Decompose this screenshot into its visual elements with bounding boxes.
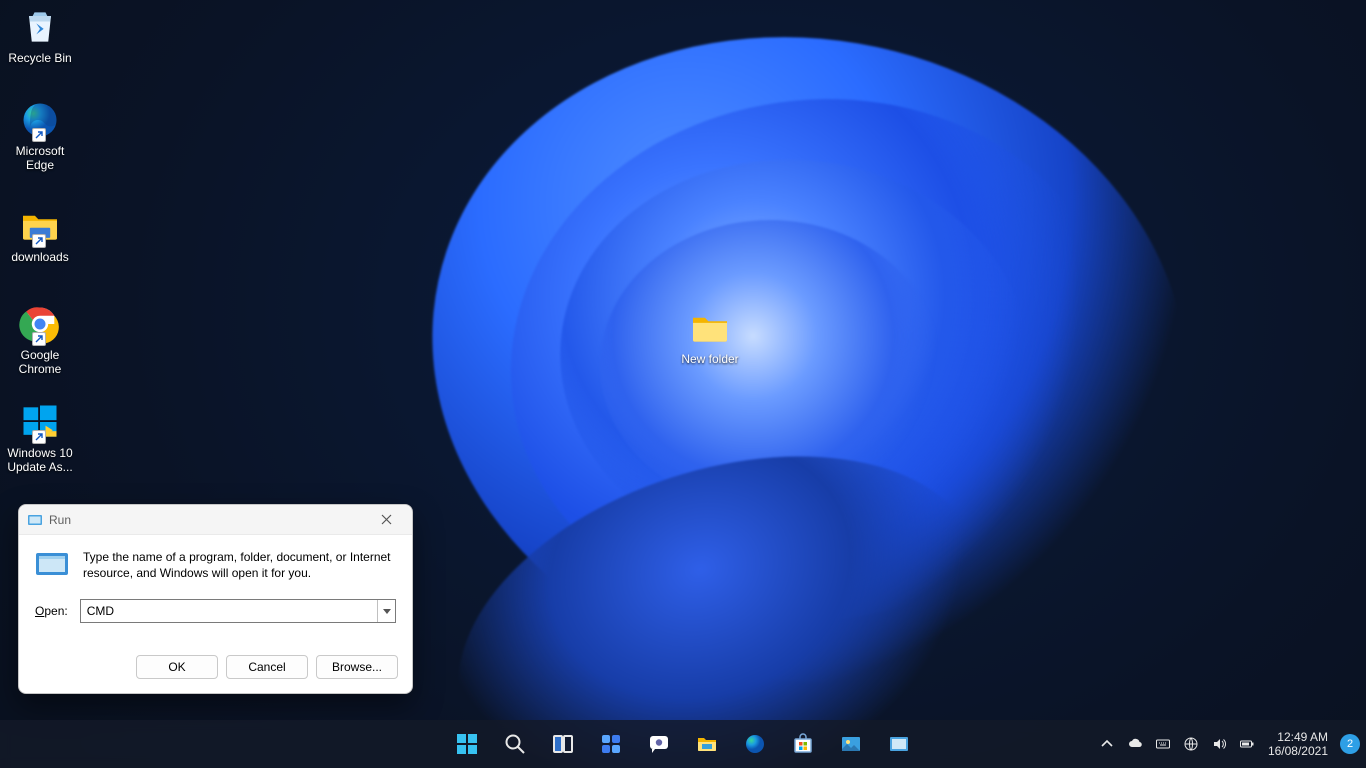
browse-button[interactable]: Browse... bbox=[316, 655, 398, 679]
chrome-icon bbox=[18, 302, 62, 346]
run-dialog-icon bbox=[27, 512, 43, 528]
taskbar: 12:49 AM 16/08/2021 2 bbox=[0, 720, 1366, 768]
tray-battery[interactable] bbox=[1234, 724, 1260, 764]
run-icon bbox=[887, 732, 911, 756]
store-icon bbox=[791, 732, 815, 756]
chevron-up-icon bbox=[1099, 736, 1115, 752]
volume-icon bbox=[1211, 736, 1227, 752]
edge-icon bbox=[18, 98, 62, 142]
run-taskbar-button[interactable] bbox=[878, 724, 920, 764]
recycle-bin-icon bbox=[18, 5, 62, 49]
chat-icon bbox=[647, 732, 671, 756]
run-title-text: Run bbox=[49, 513, 366, 527]
network-icon bbox=[1183, 736, 1199, 752]
run-titlebar[interactable]: Run bbox=[19, 505, 412, 535]
desktop-icon-recycle-bin[interactable]: Recycle Bin bbox=[2, 5, 78, 65]
chat-button[interactable] bbox=[638, 724, 680, 764]
close-icon bbox=[381, 514, 392, 525]
taskbar-center bbox=[446, 724, 920, 764]
folder-icon bbox=[18, 204, 62, 248]
close-button[interactable] bbox=[366, 509, 406, 531]
widgets-button[interactable] bbox=[590, 724, 632, 764]
icon-label: New folder bbox=[672, 352, 748, 366]
desktop-icon-chrome[interactable]: Google Chrome bbox=[2, 302, 78, 376]
run-message: Type the name of a program, folder, docu… bbox=[83, 549, 396, 581]
icon-label: Microsoft Edge bbox=[2, 144, 78, 172]
keyboard-icon bbox=[1155, 736, 1171, 752]
chevron-down-icon bbox=[383, 609, 391, 614]
windows-start-icon bbox=[455, 732, 479, 756]
start-button[interactable] bbox=[446, 724, 488, 764]
run-body-icon bbox=[35, 549, 69, 579]
desktop-icon-new-folder[interactable]: New folder bbox=[672, 306, 748, 366]
shortcut-arrow-icon bbox=[32, 430, 46, 444]
store-button[interactable] bbox=[782, 724, 824, 764]
folder-icon bbox=[688, 306, 732, 350]
ok-button[interactable]: OK bbox=[136, 655, 218, 679]
search-button[interactable] bbox=[494, 724, 536, 764]
tray-keyboard[interactable] bbox=[1150, 724, 1176, 764]
file-explorer-icon bbox=[695, 732, 719, 756]
task-view-button[interactable] bbox=[542, 724, 584, 764]
search-icon bbox=[503, 732, 527, 756]
taskbar-time: 12:49 AM bbox=[1268, 730, 1328, 744]
task-view-icon bbox=[551, 732, 575, 756]
cloud-icon bbox=[1127, 736, 1143, 752]
edge-icon bbox=[743, 732, 767, 756]
icon-label: downloads bbox=[2, 250, 78, 264]
cancel-button[interactable]: Cancel bbox=[226, 655, 308, 679]
run-dialog: Run Type the name of a program, folder, … bbox=[18, 504, 413, 694]
tray-overflow-button[interactable] bbox=[1094, 724, 1120, 764]
desktop-icon-edge[interactable]: Microsoft Edge bbox=[2, 98, 78, 172]
combobox-dropdown-button[interactable] bbox=[377, 600, 395, 622]
shortcut-arrow-icon bbox=[32, 128, 46, 142]
tray-volume[interactable] bbox=[1206, 724, 1232, 764]
shortcut-arrow-icon bbox=[32, 332, 46, 346]
windows-update-icon bbox=[18, 400, 62, 444]
battery-icon bbox=[1239, 736, 1255, 752]
shortcut-arrow-icon bbox=[32, 234, 46, 248]
icon-label: Windows 10 Update As... bbox=[2, 446, 78, 474]
open-label: Open: bbox=[35, 604, 68, 618]
widgets-icon bbox=[599, 732, 623, 756]
notification-badge[interactable]: 2 bbox=[1340, 734, 1360, 754]
photos-icon bbox=[839, 732, 863, 756]
taskbar-clock[interactable]: 12:49 AM 16/08/2021 bbox=[1262, 730, 1334, 758]
mail-button[interactable] bbox=[830, 724, 872, 764]
desktop-icon-win10-update[interactable]: Windows 10 Update As... bbox=[2, 400, 78, 474]
open-input[interactable] bbox=[81, 600, 377, 622]
tray-onedrive[interactable] bbox=[1122, 724, 1148, 764]
system-tray: 12:49 AM 16/08/2021 2 bbox=[1094, 720, 1360, 768]
open-combobox[interactable] bbox=[80, 599, 396, 623]
file-explorer-button[interactable] bbox=[686, 724, 728, 764]
icon-label: Recycle Bin bbox=[2, 51, 78, 65]
icon-label: Google Chrome bbox=[2, 348, 78, 376]
edge-taskbar-button[interactable] bbox=[734, 724, 776, 764]
tray-network[interactable] bbox=[1178, 724, 1204, 764]
desktop-icon-downloads[interactable]: downloads bbox=[2, 204, 78, 264]
taskbar-date: 16/08/2021 bbox=[1268, 744, 1328, 758]
